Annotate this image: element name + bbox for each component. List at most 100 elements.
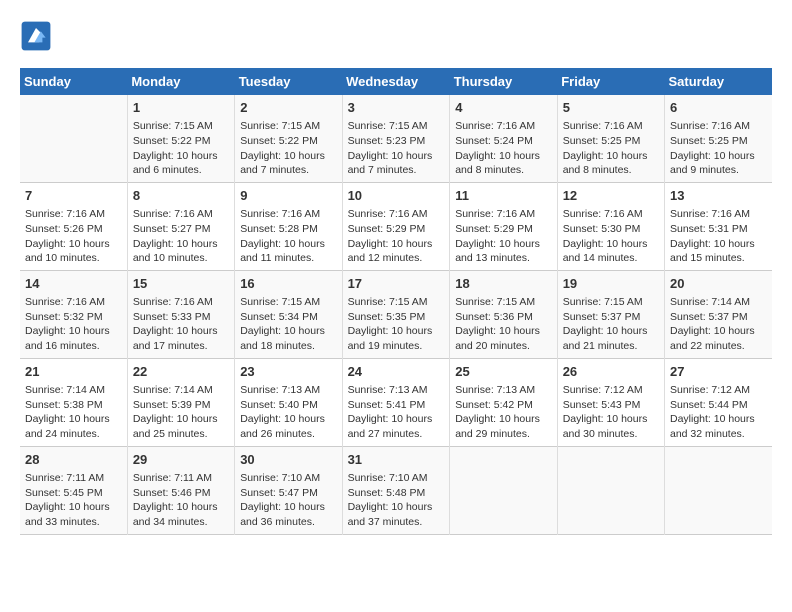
calendar-cell: 15Sunrise: 7:16 AM Sunset: 5:33 PM Dayli…: [127, 270, 234, 358]
calendar-table: SundayMondayTuesdayWednesdayThursdayFrid…: [20, 68, 772, 535]
calendar-cell: 16 Sunrise: 7:15 AM Sunset: 5:34 PM Dayli…: [235, 270, 342, 358]
day-number: 9: [240, 187, 336, 205]
calendar-cell: [20, 95, 127, 182]
day-number: 27: [670, 363, 767, 381]
day-number: 22: [133, 363, 229, 381]
cell-content: Sunrise: 7:14 AM Sunset: 5:38 PM Dayligh…: [25, 383, 122, 442]
week-row-2: 7 Sunrise: 7:16 AM Sunset: 5:26 PM Daylig…: [20, 182, 772, 270]
calendar-cell: 5 Sunrise: 7:16 AM Sunset: 5:25 PM Daylig…: [557, 95, 664, 182]
cell-content: Sunrise: 7:16 AM Sunset: 5:31 PM Dayligh…: [670, 207, 767, 266]
col-header-wednesday: Wednesday: [342, 68, 450, 95]
cell-content: Sunrise: 7:14 AM Sunset: 5:39 PM Dayligh…: [133, 383, 229, 442]
cell-content: Sunrise: 7:15 AM Sunset: 5:22 PM Dayligh…: [133, 119, 229, 178]
day-number: 13: [670, 187, 767, 205]
cell-content: Sunrise: 7:10 AM Sunset: 5:48 PM Dayligh…: [348, 471, 445, 530]
cell-content: Sunrise: 7:15 AM Sunset: 5:37 PM Dayligh…: [563, 295, 659, 354]
col-header-friday: Friday: [557, 68, 664, 95]
cell-content: Sunrise: 7:13 AM Sunset: 5:42 PM Dayligh…: [455, 383, 551, 442]
col-header-tuesday: Tuesday: [235, 68, 342, 95]
day-number: 10: [348, 187, 445, 205]
calendar-cell: 4 Sunrise: 7:16 AM Sunset: 5:24 PM Daylig…: [450, 95, 557, 182]
calendar-cell: 21 Sunrise: 7:14 AM Sunset: 5:38 PM Dayli…: [20, 358, 127, 446]
day-number: 5: [563, 99, 659, 117]
calendar-cell: [665, 446, 773, 534]
cell-content: Sunrise: 7:16 AM Sunset: 5:27 PM Dayligh…: [133, 207, 229, 266]
calendar-cell: 26 Sunrise: 7:12 AM Sunset: 5:43 PM Dayli…: [557, 358, 664, 446]
day-number: 26: [563, 363, 659, 381]
cell-content: Sunrise: 7:15 AM Sunset: 5:35 PM Dayligh…: [348, 295, 445, 354]
calendar-cell: 14 Sunrise: 7:16 AM Sunset: 5:32 PM Dayli…: [20, 270, 127, 358]
col-header-monday: Monday: [127, 68, 234, 95]
calendar-cell: [557, 446, 664, 534]
calendar-cell: 3 Sunrise: 7:15 AM Sunset: 5:23 PM Daylig…: [342, 95, 450, 182]
calendar-cell: 31 Sunrise: 7:10 AM Sunset: 5:48 PM Dayli…: [342, 446, 450, 534]
col-header-saturday: Saturday: [665, 68, 773, 95]
calendar-cell: 11 Sunrise: 7:16 AM Sunset: 5:29 PM Dayli…: [450, 182, 557, 270]
calendar-cell: 23 Sunrise: 7:13 AM Sunset: 5:40 PM Dayli…: [235, 358, 342, 446]
cell-content: Sunrise: 7:13 AM Sunset: 5:40 PM Dayligh…: [240, 383, 336, 442]
cell-content: Sunrise: 7:13 AM Sunset: 5:41 PM Dayligh…: [348, 383, 445, 442]
cell-content: Sunrise: 7:16 AM Sunset: 5:32 PM Dayligh…: [25, 295, 122, 354]
day-number: 20: [670, 275, 767, 293]
calendar-cell: 22 Sunrise: 7:14 AM Sunset: 5:39 PM Dayli…: [127, 358, 234, 446]
page-header: [20, 20, 772, 52]
cell-content: Sunrise: 7:12 AM Sunset: 5:44 PM Dayligh…: [670, 383, 767, 442]
day-number: 21: [25, 363, 122, 381]
calendar-cell: 28Sunrise: 7:11 AM Sunset: 5:45 PM Dayli…: [20, 446, 127, 534]
day-number: 25: [455, 363, 551, 381]
cell-content: Sunrise: 7:16 AM Sunset: 5:29 PM Dayligh…: [455, 207, 551, 266]
day-number: 14: [25, 275, 122, 293]
day-number: 12: [563, 187, 659, 205]
calendar-cell: 17Sunrise: 7:15 AM Sunset: 5:35 PM Dayli…: [342, 270, 450, 358]
col-header-thursday: Thursday: [450, 68, 557, 95]
cell-content: Sunrise: 7:11 AM Sunset: 5:45 PM Dayligh…: [25, 471, 122, 530]
cell-content: Sunrise: 7:15 AM Sunset: 5:34 PM Dayligh…: [240, 295, 336, 354]
calendar-cell: 27 Sunrise: 7:12 AM Sunset: 5:44 PM Dayli…: [665, 358, 773, 446]
calendar-cell: 19 Sunrise: 7:15 AM Sunset: 5:37 PM Dayli…: [557, 270, 664, 358]
day-number: 19: [563, 275, 659, 293]
day-number: 31: [348, 451, 445, 469]
calendar-cell: 12 Sunrise: 7:16 AM Sunset: 5:30 PM Dayli…: [557, 182, 664, 270]
cell-content: Sunrise: 7:15 AM Sunset: 5:23 PM Dayligh…: [348, 119, 445, 178]
calendar-cell: 29Sunrise: 7:11 AM Sunset: 5:46 PM Dayli…: [127, 446, 234, 534]
week-row-4: 21 Sunrise: 7:14 AM Sunset: 5:38 PM Dayli…: [20, 358, 772, 446]
calendar-cell: 18 Sunrise: 7:15 AM Sunset: 5:36 PM Dayli…: [450, 270, 557, 358]
cell-content: Sunrise: 7:16 AM Sunset: 5:24 PM Dayligh…: [455, 119, 551, 178]
day-number: 18: [455, 275, 551, 293]
cell-content: Sunrise: 7:16 AM Sunset: 5:25 PM Dayligh…: [563, 119, 659, 178]
cell-content: Sunrise: 7:16 AM Sunset: 5:30 PM Dayligh…: [563, 207, 659, 266]
day-number: 7: [25, 187, 122, 205]
cell-content: Sunrise: 7:16 AM Sunset: 5:25 PM Dayligh…: [670, 119, 767, 178]
day-number: 24: [348, 363, 445, 381]
week-row-1: 1 Sunrise: 7:15 AM Sunset: 5:22 PM Daylig…: [20, 95, 772, 182]
day-number: 29: [133, 451, 229, 469]
day-number: 4: [455, 99, 551, 117]
cell-content: Sunrise: 7:16 AM Sunset: 5:28 PM Dayligh…: [240, 207, 336, 266]
cell-content: Sunrise: 7:12 AM Sunset: 5:43 PM Dayligh…: [563, 383, 659, 442]
day-number: 15: [133, 275, 229, 293]
calendar-cell: 24 Sunrise: 7:13 AM Sunset: 5:41 PM Dayli…: [342, 358, 450, 446]
cell-content: Sunrise: 7:16 AM Sunset: 5:26 PM Dayligh…: [25, 207, 122, 266]
cell-content: Sunrise: 7:15 AM Sunset: 5:22 PM Dayligh…: [240, 119, 336, 178]
calendar-cell: [450, 446, 557, 534]
day-number: 1: [133, 99, 229, 117]
calendar-cell: 10Sunrise: 7:16 AM Sunset: 5:29 PM Dayli…: [342, 182, 450, 270]
day-number: 3: [348, 99, 445, 117]
week-row-5: 28Sunrise: 7:11 AM Sunset: 5:45 PM Dayli…: [20, 446, 772, 534]
cell-content: Sunrise: 7:15 AM Sunset: 5:36 PM Dayligh…: [455, 295, 551, 354]
day-number: 11: [455, 187, 551, 205]
cell-content: Sunrise: 7:14 AM Sunset: 5:37 PM Dayligh…: [670, 295, 767, 354]
logo: [20, 20, 56, 52]
cell-content: Sunrise: 7:10 AM Sunset: 5:47 PM Dayligh…: [240, 471, 336, 530]
day-number: 8: [133, 187, 229, 205]
calendar-cell: 7 Sunrise: 7:16 AM Sunset: 5:26 PM Daylig…: [20, 182, 127, 270]
day-number: 23: [240, 363, 336, 381]
day-number: 2: [240, 99, 336, 117]
day-number: 30: [240, 451, 336, 469]
logo-icon: [20, 20, 52, 52]
day-number: 16: [240, 275, 336, 293]
calendar-cell: 9 Sunrise: 7:16 AM Sunset: 5:28 PM Daylig…: [235, 182, 342, 270]
week-row-3: 14 Sunrise: 7:16 AM Sunset: 5:32 PM Dayli…: [20, 270, 772, 358]
calendar-cell: 25 Sunrise: 7:13 AM Sunset: 5:42 PM Dayli…: [450, 358, 557, 446]
day-number: 6: [670, 99, 767, 117]
